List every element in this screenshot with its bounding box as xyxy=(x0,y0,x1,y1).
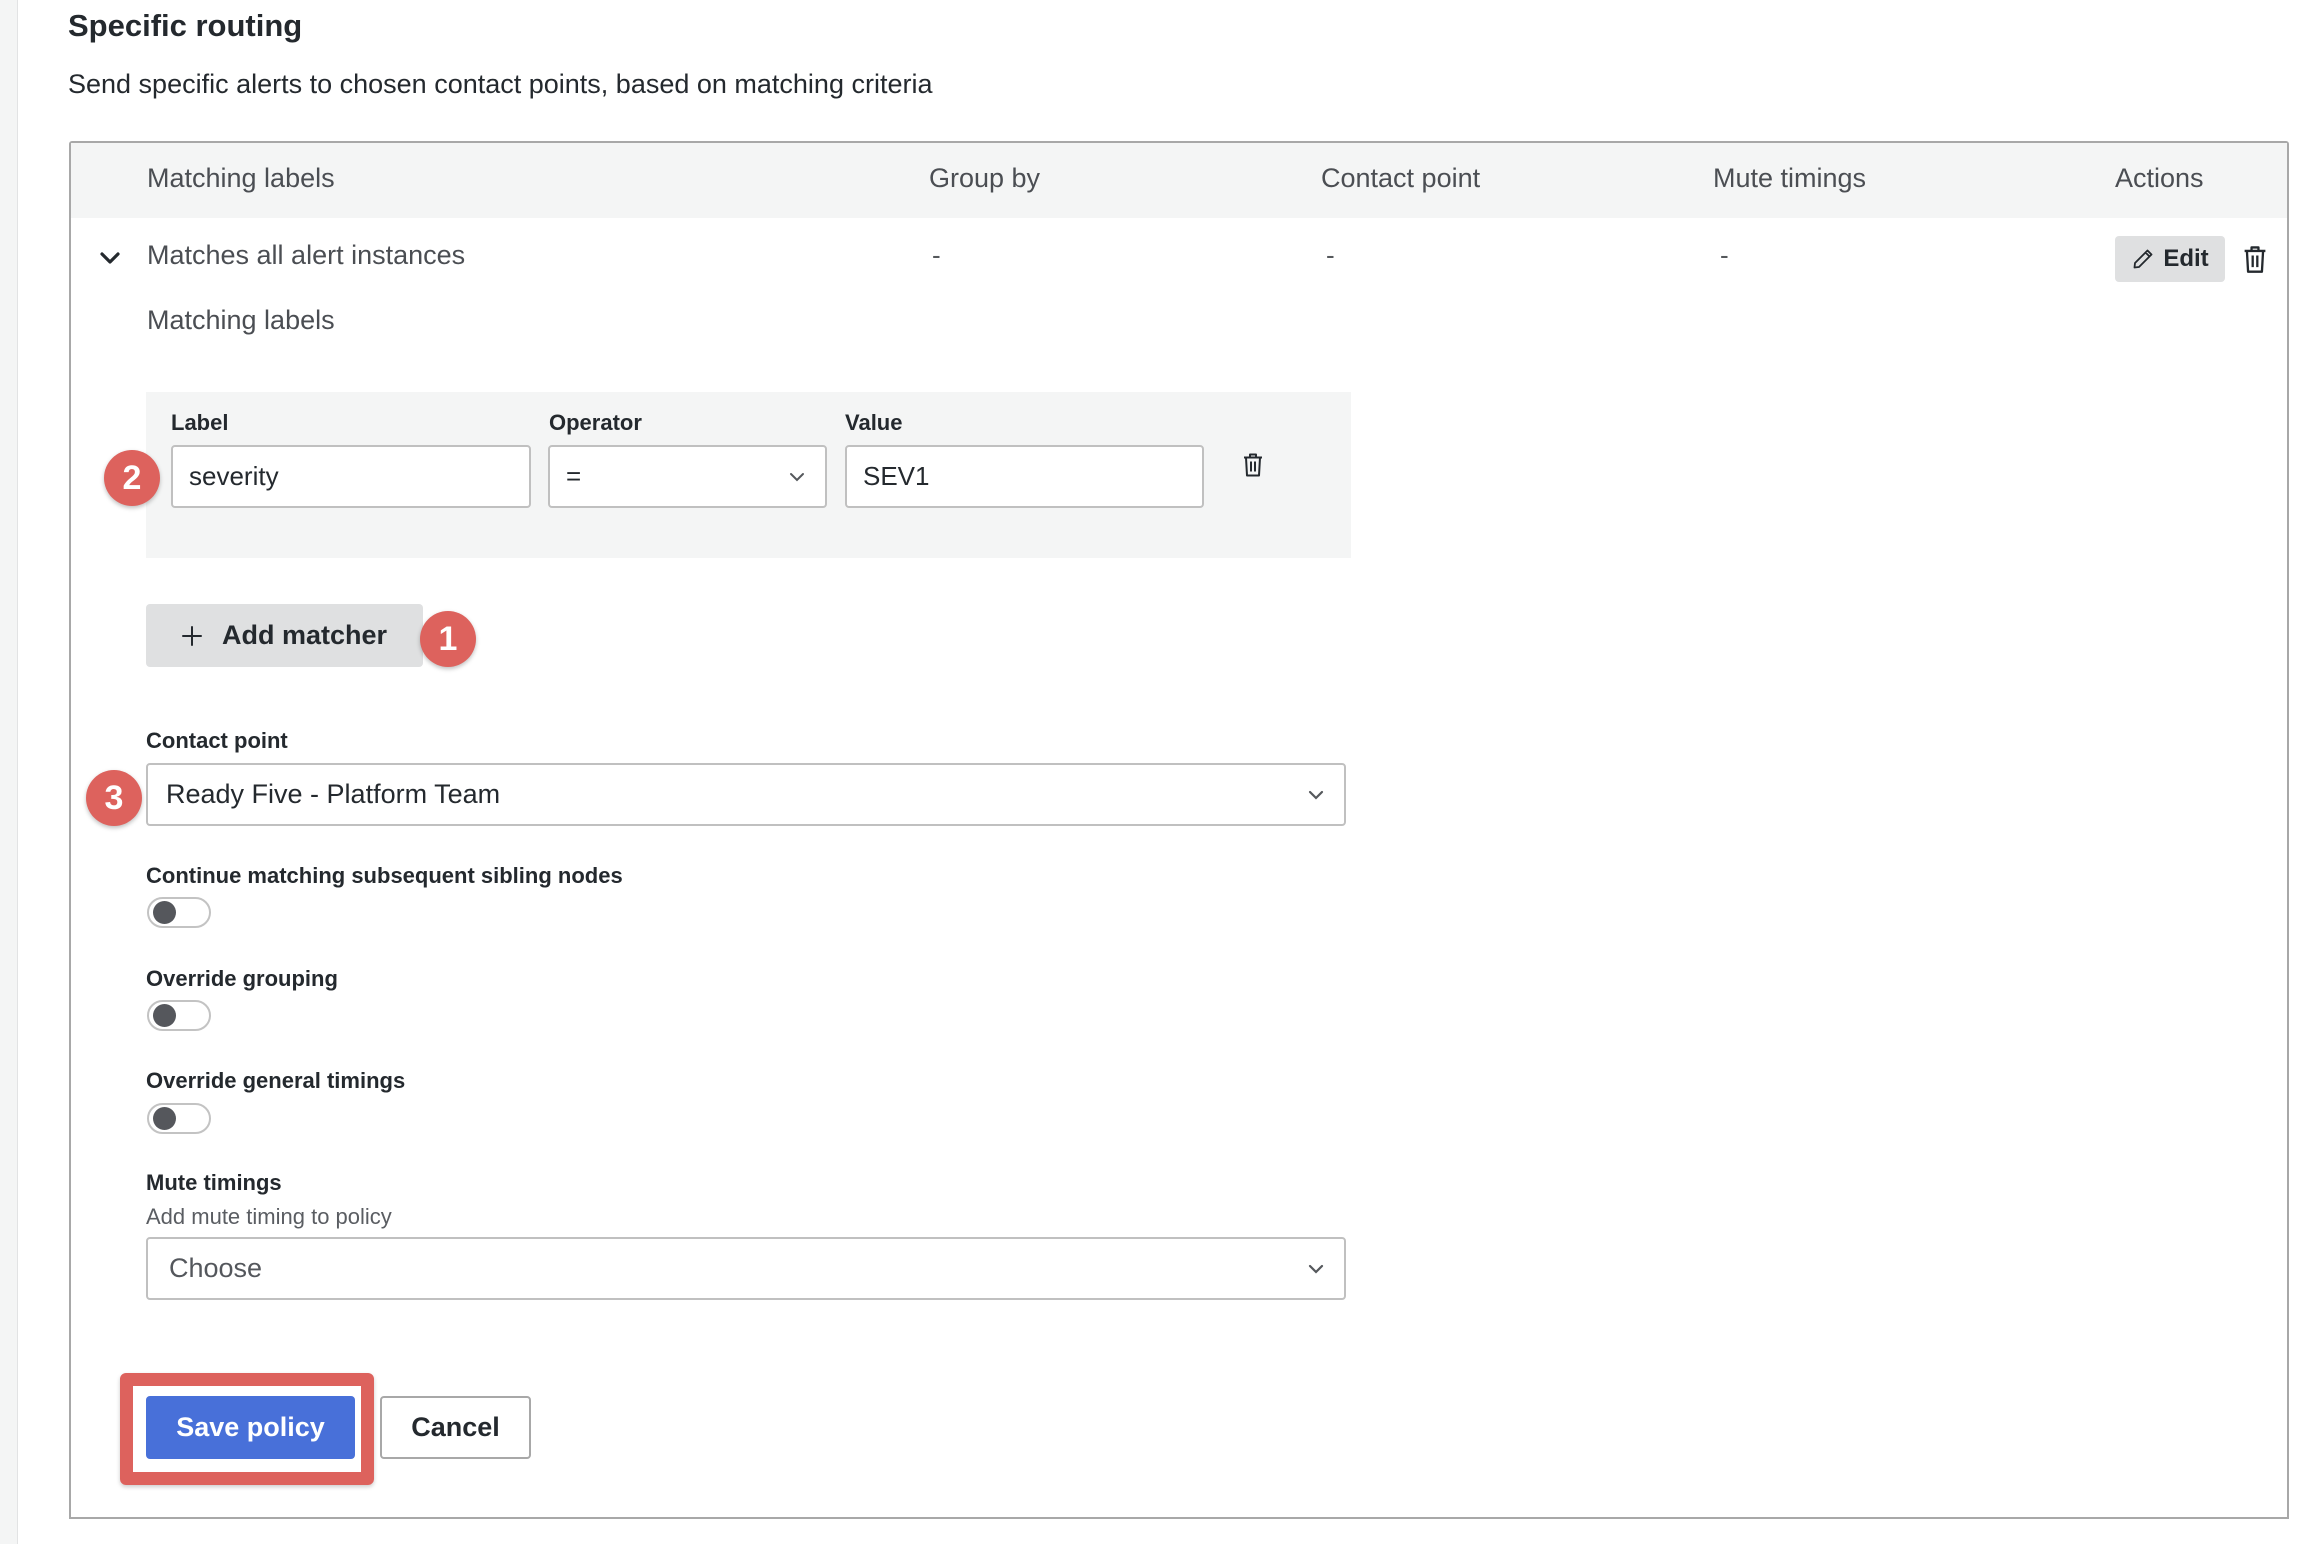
chevron-down-icon xyxy=(1308,1264,1324,1274)
override-general-timings-toggle[interactable] xyxy=(147,1103,211,1134)
trash-icon[interactable] xyxy=(2241,244,2269,274)
annotation-badge-3: 3 xyxy=(86,770,142,826)
remove-matcher-trash-icon[interactable] xyxy=(1241,451,1265,478)
edit-button-label: Edit xyxy=(2163,245,2209,272)
chevron-down-icon xyxy=(790,472,804,481)
chevron-down-icon[interactable] xyxy=(98,246,122,270)
matcher-label-value: severity xyxy=(189,461,279,491)
row-matching-labels: Matches all alert instances xyxy=(147,240,466,270)
column-header-group-by: Group by xyxy=(929,163,1041,193)
save-policy-button[interactable]: Save policy xyxy=(146,1396,355,1459)
toggle-knob xyxy=(153,1004,176,1027)
annotation-badge-2: 2 xyxy=(104,450,160,506)
column-header-contact-point: Contact point xyxy=(1321,163,1481,193)
override-general-timings-label: Override general timings xyxy=(146,1068,406,1093)
chevron-down-icon xyxy=(1308,790,1324,800)
add-matcher-label: Add matcher xyxy=(222,620,388,650)
mute-timings-description: Add mute timing to policy xyxy=(146,1204,392,1229)
continue-matching-toggle[interactable] xyxy=(147,897,211,928)
column-header-matching-labels: Matching labels xyxy=(147,163,335,193)
toggle-knob xyxy=(153,901,176,924)
toggle-knob xyxy=(153,1107,176,1130)
section-title: Specific routing xyxy=(68,8,303,43)
mute-timings-select[interactable]: Choose xyxy=(146,1237,1346,1300)
row-mute-timings: - xyxy=(1720,240,1729,270)
page-left-gutter xyxy=(0,0,18,1544)
column-header-mute-timings: Mute timings xyxy=(1713,163,1867,193)
matching-labels-heading: Matching labels xyxy=(147,305,335,335)
row-contact-point: - xyxy=(1326,240,1335,270)
plus-icon xyxy=(182,625,202,646)
override-grouping-toggle[interactable] xyxy=(147,1000,211,1031)
value-column-header: Value xyxy=(845,410,903,435)
row-group-by: - xyxy=(932,240,941,270)
continue-matching-label: Continue matching subsequent sibling nod… xyxy=(146,863,623,888)
contact-point-select[interactable]: Ready Five - Platform Team xyxy=(146,763,1346,826)
operator-column-header: Operator xyxy=(549,410,642,435)
matcher-value-value: SEV1 xyxy=(863,461,930,491)
matcher-operator-value: = xyxy=(566,461,582,491)
cancel-button[interactable]: Cancel xyxy=(380,1396,531,1459)
contact-point-label: Contact point xyxy=(146,728,288,753)
section-description: Send specific alerts to chosen contact p… xyxy=(68,69,933,99)
edit-button[interactable]: Edit xyxy=(2115,236,2225,282)
table-header xyxy=(71,143,2287,218)
add-matcher-button[interactable]: Add matcher xyxy=(146,604,423,667)
pencil-icon xyxy=(2133,249,2153,269)
label-column-header: Label xyxy=(171,410,229,435)
matcher-label-input[interactable]: severity xyxy=(171,445,531,508)
column-header-actions: Actions xyxy=(2115,163,2204,193)
annotation-badge-1: 1 xyxy=(420,611,476,667)
policies-table xyxy=(69,141,2289,1519)
override-grouping-label: Override grouping xyxy=(146,966,338,991)
matcher-operator-select[interactable]: = xyxy=(548,445,827,508)
mute-timings-placeholder: Choose xyxy=(169,1253,263,1283)
matcher-value-input[interactable]: SEV1 xyxy=(845,445,1204,508)
contact-point-selected: Ready Five - Platform Team xyxy=(166,779,501,809)
mute-timings-label: Mute timings xyxy=(146,1170,282,1195)
